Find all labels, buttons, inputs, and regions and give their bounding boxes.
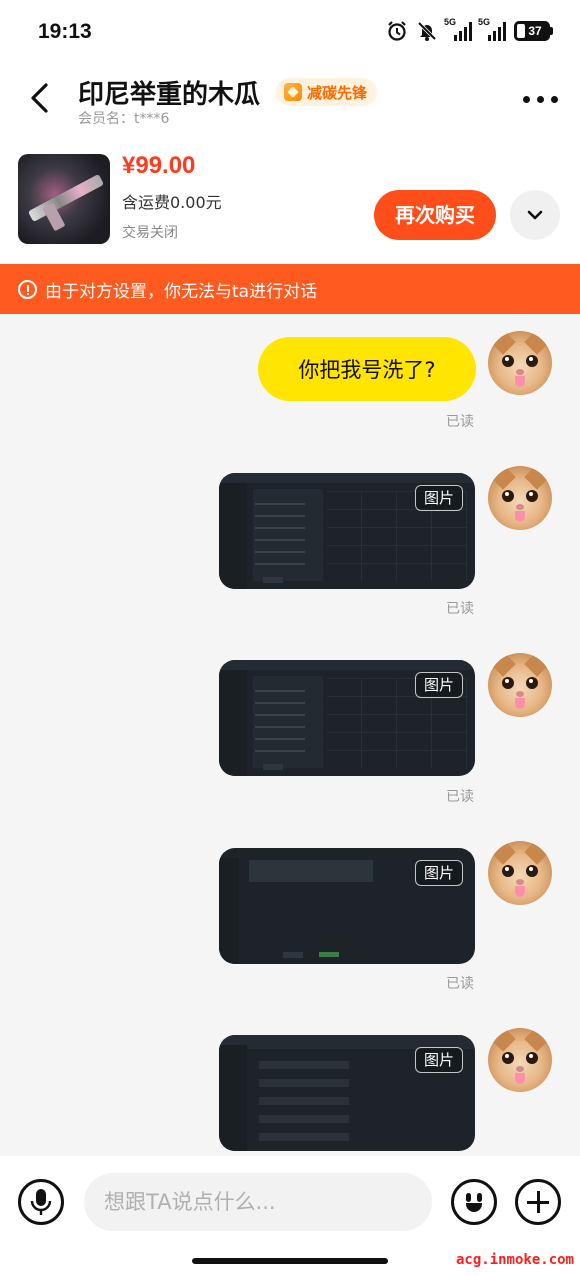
avatar[interactable]: [488, 1028, 552, 1092]
status-time: 19:13: [38, 20, 92, 43]
avatar[interactable]: [488, 466, 552, 530]
page-title: 印尼举重的木瓜: [78, 80, 261, 110]
image-message[interactable]: 图片: [219, 848, 475, 964]
badge-label: 减碳先锋: [307, 83, 368, 102]
info-icon: [18, 279, 37, 299]
image-tag: 图片: [414, 1047, 463, 1073]
restriction-text: 由于对方设置，你无法与ta进行对话: [45, 281, 318, 302]
image-message[interactable]: 图片: [219, 660, 475, 776]
plus-icon[interactable]: [515, 1179, 561, 1225]
signal-2-icon: 5G: [478, 17, 506, 41]
image-tag: 图片: [414, 672, 463, 698]
avatar[interactable]: [488, 653, 552, 717]
alarm-icon: [388, 21, 406, 41]
read-receipt: 已读: [446, 976, 474, 992]
mute-bell-icon: [417, 21, 437, 41]
buy-again-button[interactable]: 再次购买: [374, 190, 496, 240]
avatar[interactable]: [488, 331, 552, 395]
product-card[interactable]: ¥99.00 含运费0.00元 交易关闭 再次购买: [0, 136, 580, 264]
member-name: 会员名：t***6: [78, 111, 170, 127]
chat-restriction-banner: 由于对方设置，你无法与ta进行对话: [0, 264, 580, 314]
signal-1-icon: 5G: [444, 17, 472, 41]
badge-icon: [284, 83, 302, 101]
read-receipt: 已读: [446, 414, 474, 430]
product-thumbnail[interactable]: [18, 154, 110, 244]
battery-level: 37: [528, 24, 542, 38]
more-dots-icon[interactable]: [523, 84, 558, 103]
chat-header: 印尼举重的木瓜 减碳先锋 会员名：t***6: [0, 66, 580, 136]
read-receipt: 已读: [446, 601, 474, 617]
product-price: ¥99.00: [122, 152, 196, 179]
status-icons: 5G 5G 37: [386, 17, 553, 42]
chevron-down-icon[interactable]: [510, 190, 560, 240]
avatar[interactable]: [488, 841, 552, 905]
microphone-icon[interactable]: [18, 1179, 64, 1225]
message-input[interactable]: [84, 1173, 432, 1231]
home-indicator[interactable]: [192, 1258, 388, 1264]
carbon-badge[interactable]: 减碳先锋: [276, 78, 378, 106]
image-message[interactable]: 图片: [219, 1035, 475, 1151]
shipping-info: 含运费0.00元: [122, 193, 222, 212]
trade-status: 交易关闭: [122, 225, 178, 241]
back-arrow-icon[interactable]: [22, 80, 58, 116]
message-bubble[interactable]: 你把我号洗了?: [258, 337, 476, 401]
status-bar: 19:13 5G 5G 37: [0, 0, 580, 66]
emoji-icon[interactable]: [451, 1179, 497, 1225]
image-tag: 图片: [414, 860, 463, 886]
image-tag: 图片: [414, 485, 463, 511]
battery-icon: 37: [514, 21, 553, 41]
watermark: acg.inmoke.com: [455, 1252, 574, 1268]
image-message[interactable]: 图片: [219, 473, 475, 589]
read-receipt: 已读: [446, 789, 474, 805]
